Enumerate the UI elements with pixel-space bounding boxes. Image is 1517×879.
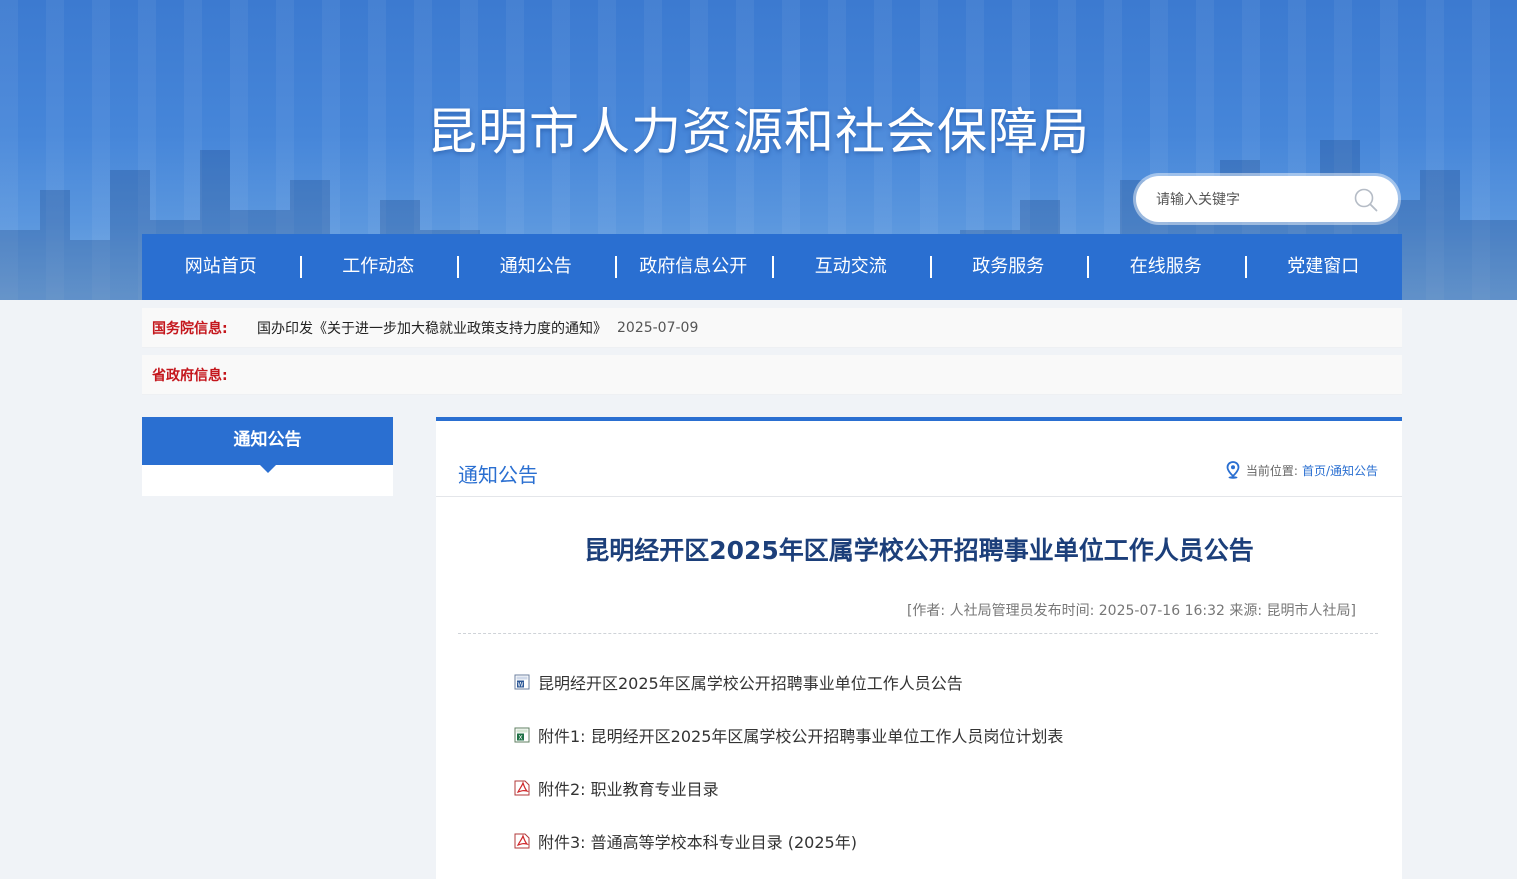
nav-item-gov-services[interactable]: 政务服务 [929, 234, 1088, 300]
attachment-item[interactable]: X 附件1: 昆明经开区2025年区属学校公开招聘事业单位工作人员岗位计划表 [514, 720, 1063, 750]
nav-item-notices[interactable]: 通知公告 [457, 234, 615, 300]
search-icon[interactable] [1353, 187, 1379, 213]
section-title: 通知公告 [458, 463, 538, 487]
info-label: 国务院信息: [152, 320, 228, 337]
breadcrumb-label: 当前位置: [1245, 463, 1298, 478]
sidebar: 通知公告 [142, 417, 393, 496]
nav-item-work-news[interactable]: 工作动态 [299, 234, 458, 300]
svg-text:X: X [518, 734, 522, 741]
attachment-item[interactable]: 附件3: 普通高等学校本科专业目录 (2025年) [514, 826, 1063, 856]
attachment-item[interactable]: 附件2: 职业教育专业目录 [514, 773, 1063, 803]
attachment-label: 附件3: 普通高等学校本科专业目录 (2025年) [538, 833, 857, 852]
divider [458, 633, 1378, 634]
breadcrumb: 当前位置: 首页/通知公告 [1226, 461, 1378, 479]
nav-item-party-building[interactable]: 党建窗口 [1244, 234, 1403, 300]
nav-item-online-services[interactable]: 在线服务 [1087, 234, 1245, 300]
nav-item-home[interactable]: 网站首页 [142, 234, 300, 300]
search-box [1136, 176, 1398, 222]
main-nav: 网站首页 工作动态 通知公告 政府信息公开 互动交流 政务服务 在线服务 党建窗… [142, 234, 1402, 300]
search-input[interactable] [1154, 184, 1348, 216]
site-title: 昆明市人力资源和社会保障局 [427, 103, 1090, 161]
article-meta: [作者: 人社局管理员发布时间: 2025-07-16 16:32 来源: 昆明… [906, 603, 1356, 619]
nav-item-interaction[interactable]: 互动交流 [772, 234, 930, 300]
attachment-list: W 昆明经开区2025年区属学校公开招聘事业单位工作人员公告 X 附件1: 昆明… [514, 667, 1063, 879]
state-council-info-bar: 国务院信息: 国办印发《关于进一步加大稳就业政策支持力度的通知》 2025-07… [142, 308, 1402, 348]
pdf-doc-icon [514, 780, 530, 796]
content-header: 通知公告 当前位置: 首页/通知公告 [436, 421, 1402, 497]
attachment-item[interactable]: W 昆明经开区2025年区属学校公开招聘事业单位工作人员公告 [514, 667, 1063, 697]
location-pin-icon [1226, 461, 1240, 479]
breadcrumb-path[interactable]: 首页/通知公告 [1302, 462, 1378, 479]
svg-text:W: W [518, 681, 524, 688]
content-panel: 通知公告 当前位置: 首页/通知公告 昆明经开区2025年区属学校公开招聘事业单… [436, 417, 1402, 879]
word-doc-icon: W [514, 674, 530, 690]
info-date: 2025-07-09 [617, 319, 699, 336]
attachment-label: 附件1: 昆明经开区2025年区属学校公开招聘事业单位工作人员岗位计划表 [538, 727, 1064, 746]
attachment-label: 附件2: 职业教育专业目录 [538, 780, 719, 799]
attachment-label: 昆明经开区2025年区属学校公开招聘事业单位工作人员公告 [538, 674, 963, 693]
info-link[interactable]: 国办印发《关于进一步加大稳就业政策支持力度的通知》 [257, 318, 607, 338]
provincial-info-bar: 省政府信息: [142, 355, 1402, 395]
sidebar-title[interactable]: 通知公告 [142, 417, 393, 473]
excel-doc-icon: X [514, 727, 530, 743]
article-title: 昆明经开区2025年区属学校公开招聘事业单位工作人员公告 [584, 536, 1254, 565]
info-label: 省政府信息: [152, 367, 228, 384]
pdf-doc-icon [514, 833, 530, 849]
nav-item-gov-info[interactable]: 政府信息公开 [614, 234, 773, 300]
